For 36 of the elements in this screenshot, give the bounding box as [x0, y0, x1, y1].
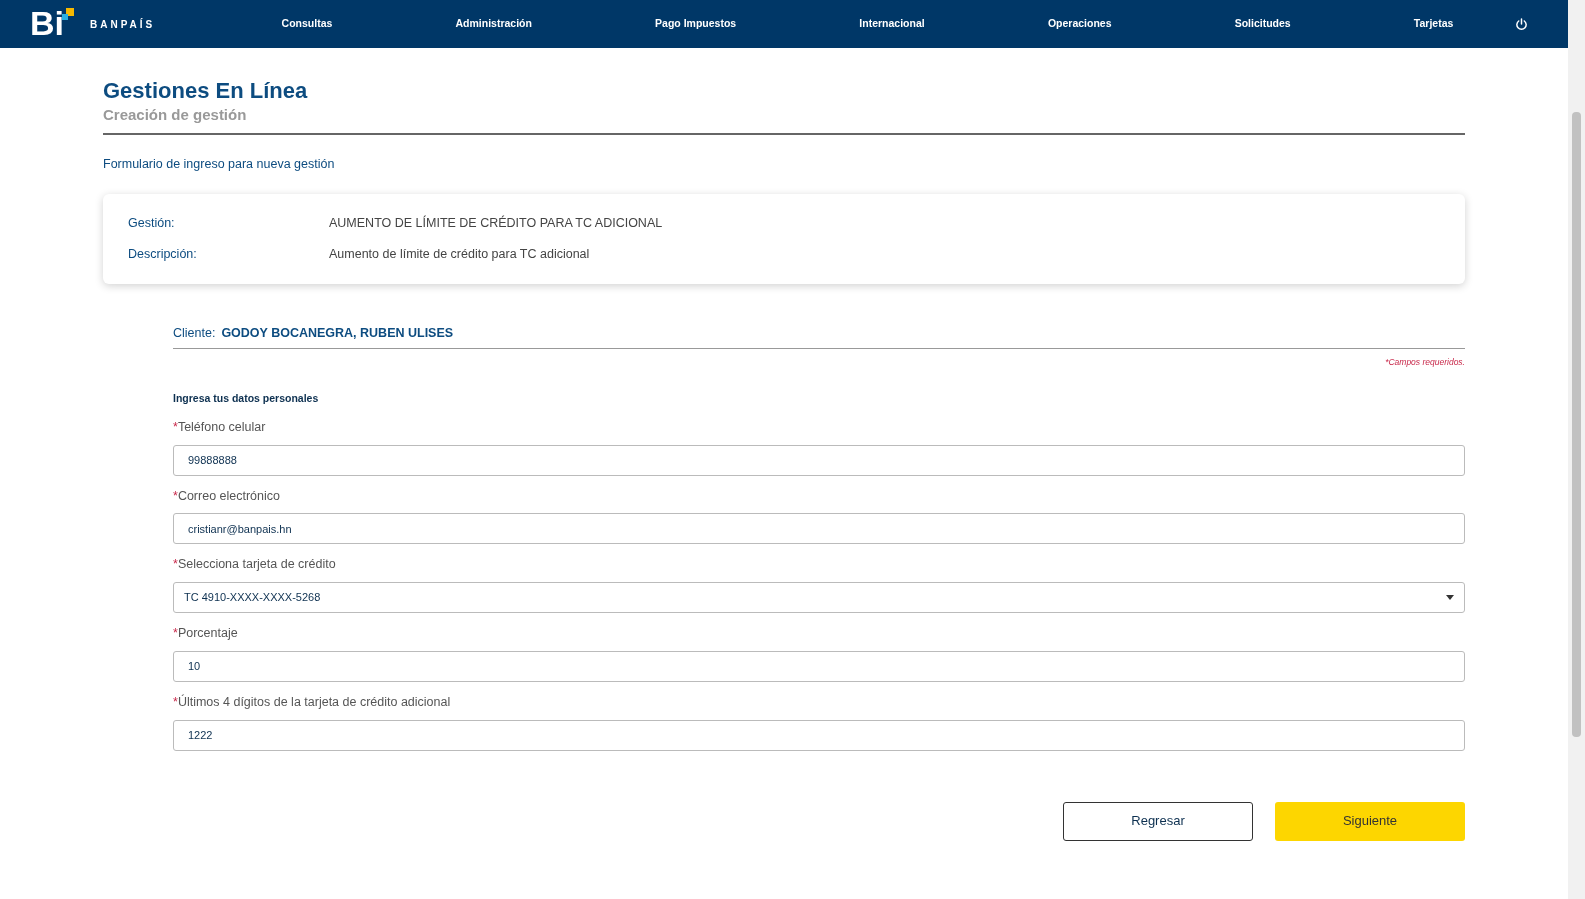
summary-label: Gestión:	[128, 214, 176, 232]
field-label: *Correo electrónico	[173, 487, 281, 505]
input-field[interactable]: 1222	[173, 719, 1465, 751]
back-button[interactable]: Regresar	[1063, 801, 1253, 841]
client-name: GODOY BOCANEGRA, RUBEN ULISES	[221, 325, 454, 340]
nav-link[interactable]: Pago Impuestos	[655, 16, 737, 32]
summary-label: Descripción:	[128, 245, 198, 263]
summary-value: Aumento de límite de crédito para TC adicional	[329, 245, 590, 263]
input-field[interactable]: 99888888	[173, 444, 1465, 476]
page-subtitle: Creación de gestión	[103, 104, 1465, 135]
client-label: Cliente:	[173, 325, 216, 340]
logo-squares-icon	[62, 8, 74, 21]
field-label: *Teléfono celular	[173, 418, 267, 436]
logo: Bi	[30, 4, 64, 44]
nav-link[interactable]: Administración	[455, 16, 532, 32]
nav-link[interactable]: Solicitudes	[1234, 16, 1291, 32]
field-label: *Porcentaje	[173, 625, 239, 643]
select-field[interactable]: TC 4910-XXXX-XXXX-5268	[173, 582, 1465, 614]
nav-link[interactable]: Tarjetas	[1413, 16, 1454, 32]
logo-text: BANPAÍS	[90, 17, 156, 32]
section-title: Ingresa tus datos personales	[173, 391, 320, 407]
input-field[interactable]: 10	[173, 650, 1465, 682]
nav-link[interactable]: Consultas	[281, 16, 333, 32]
page-title: Gestiones En Línea	[103, 78, 309, 105]
caret-icon	[1446, 595, 1454, 601]
input-field[interactable]: cristianr@banpais.hn	[173, 513, 1465, 545]
nav-link[interactable]: Internacional	[859, 16, 925, 32]
form-title: Formulario de ingreso para nueva gestión	[103, 155, 336, 173]
nav-link[interactable]: Operaciones	[1047, 16, 1112, 32]
power-icon[interactable]	[1515, 17, 1528, 31]
field-label: *Últimos 4 dígitos de la tarjeta de crédito adicional	[173, 693, 452, 711]
required-note: *Campos requeridos.	[1384, 356, 1465, 370]
scrollbar[interactable]	[1568, 0, 1585, 899]
field-label: *Selecciona tarjeta de crédito	[173, 556, 337, 574]
next-button[interactable]: Siguiente	[1275, 801, 1465, 841]
summary-value: AUMENTO DE LÍMITE DE CRÉDITO PARA TC ADICIONAL	[329, 214, 663, 232]
